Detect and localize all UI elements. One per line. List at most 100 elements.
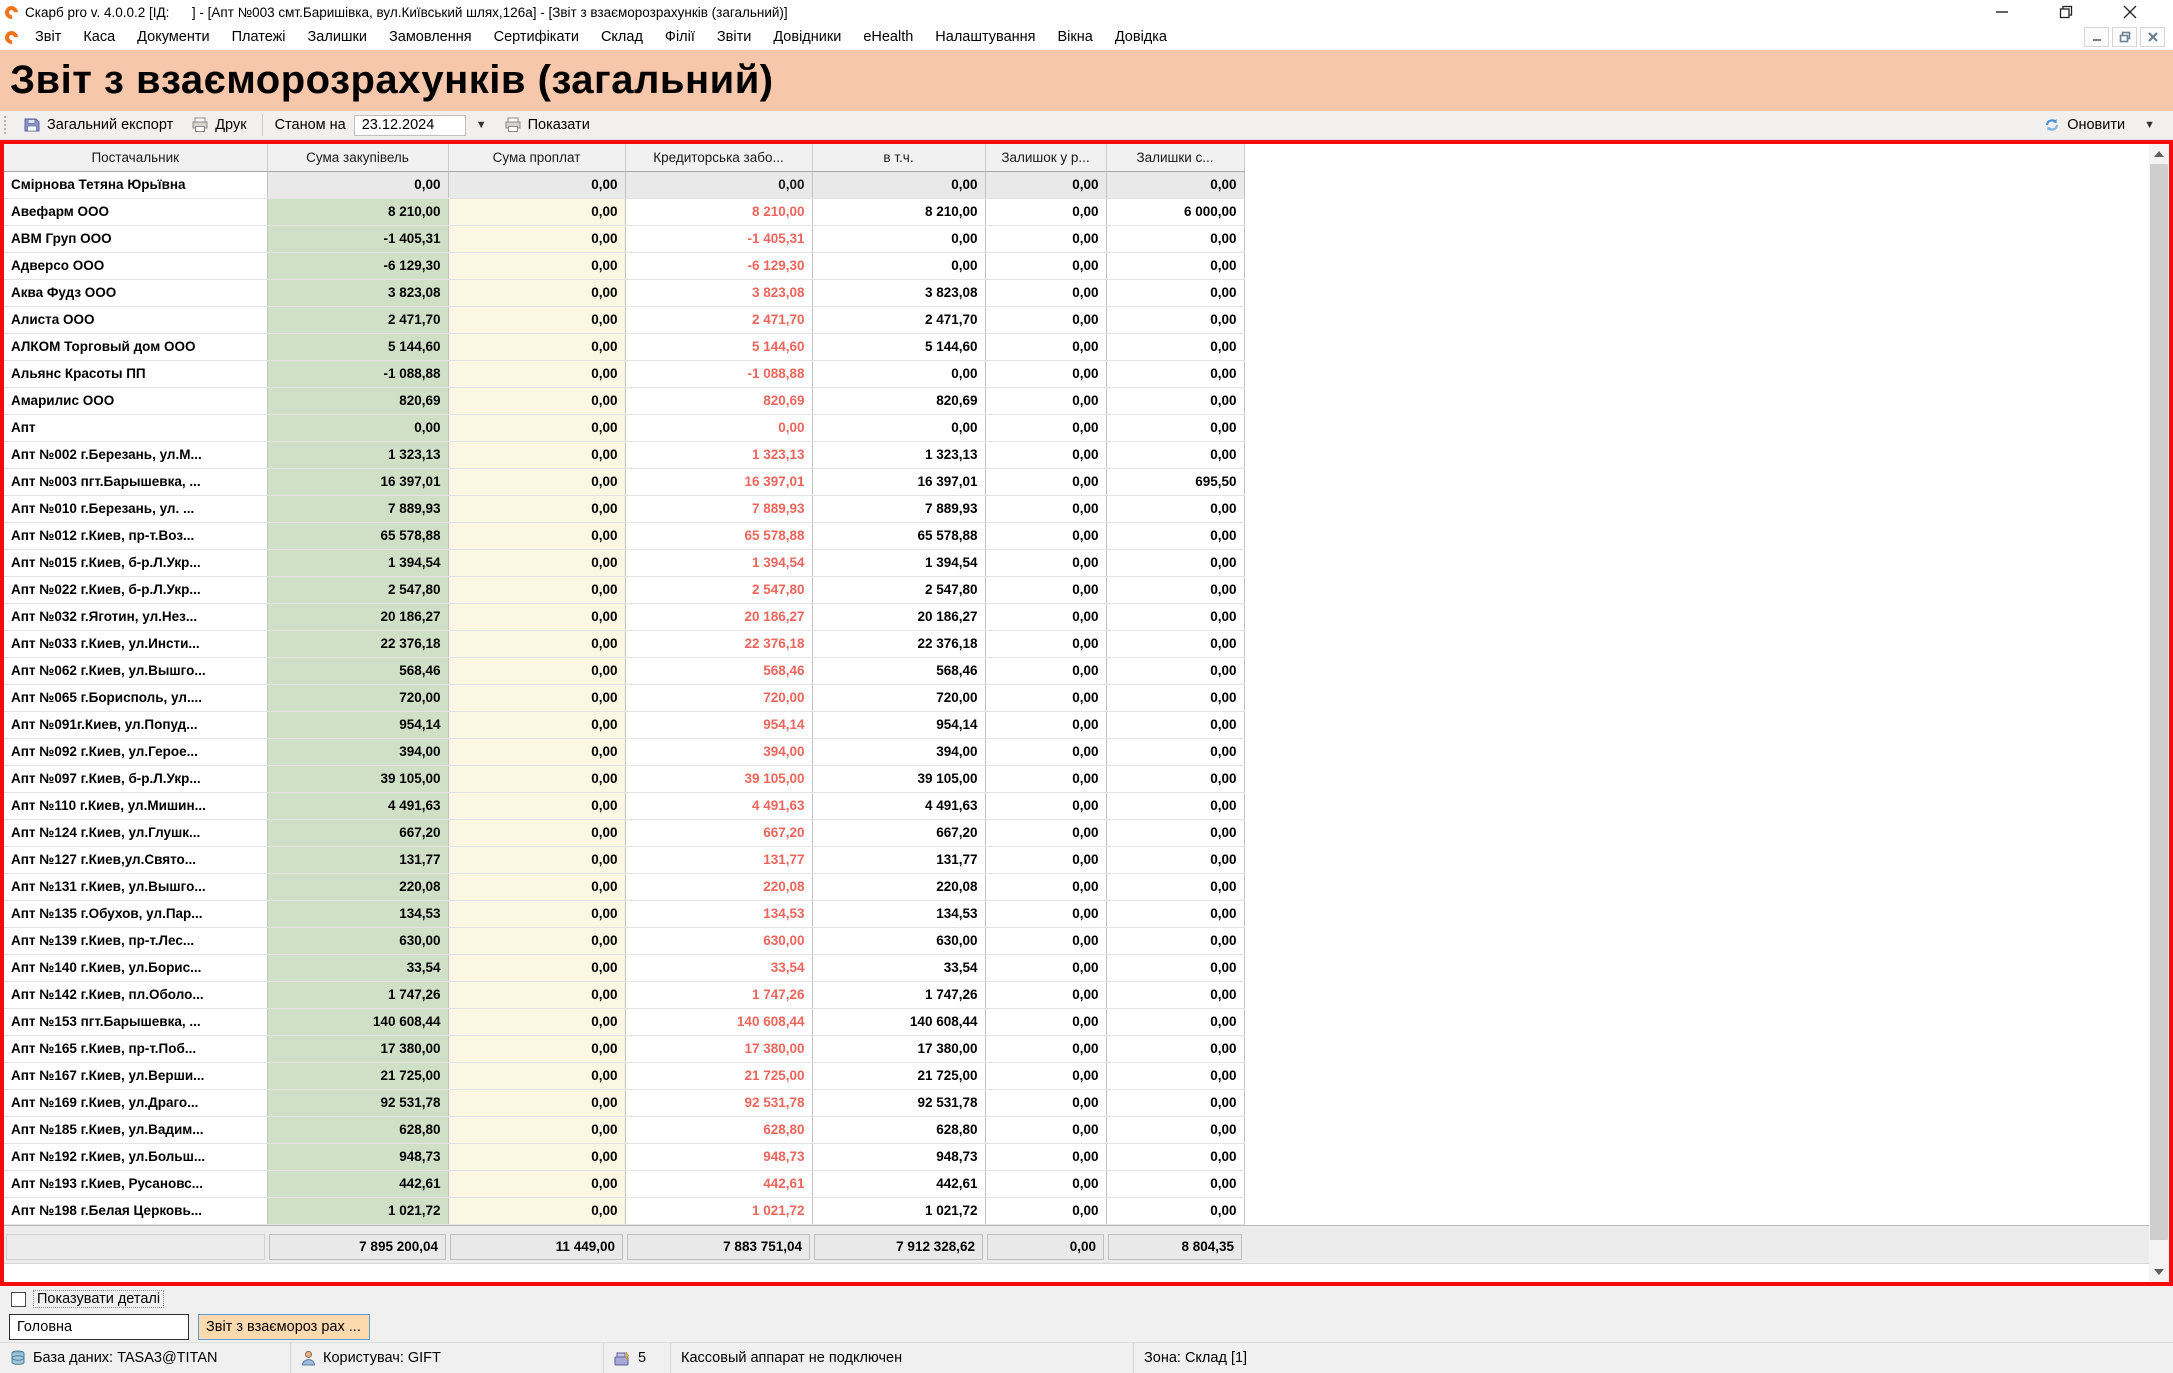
cell-creditor-debt[interactable]: 568,46: [625, 657, 812, 684]
cell-payments[interactable]: 0,00: [448, 684, 625, 711]
cell-purchases[interactable]: 394,00: [267, 738, 448, 765]
cell-including[interactable]: 2 471,70: [812, 306, 985, 333]
menu-item[interactable]: eHealth: [852, 27, 924, 47]
cell-supplier[interactable]: Апт №165 г.Киев, пр-т.Поб...: [4, 1035, 267, 1062]
cell-remainder-r[interactable]: 0,00: [985, 171, 1106, 198]
cell-creditor-debt[interactable]: 21 725,00: [625, 1062, 812, 1089]
column-header[interactable]: Постачальник: [4, 144, 267, 171]
cell-creditor-debt[interactable]: 33,54: [625, 954, 812, 981]
cell-creditor-debt[interactable]: 667,20: [625, 819, 812, 846]
cell-purchases[interactable]: -1 088,88: [267, 360, 448, 387]
cell-including[interactable]: 820,69: [812, 387, 985, 414]
table-row[interactable]: Алиста ООО 2 471,70 0,00 2 471,70 2 471,…: [4, 306, 1244, 333]
cell-purchases[interactable]: 134,53: [267, 900, 448, 927]
cell-remainder-r[interactable]: 0,00: [985, 1008, 1106, 1035]
cell-purchases[interactable]: 3 823,08: [267, 279, 448, 306]
cell-supplier[interactable]: Алиста ООО: [4, 306, 267, 333]
menu-item[interactable]: Довідники: [762, 27, 852, 47]
cell-creditor-debt[interactable]: 820,69: [625, 387, 812, 414]
cell-remainder-s[interactable]: 0,00: [1106, 873, 1244, 900]
cell-remainder-r[interactable]: 0,00: [985, 1143, 1106, 1170]
cell-creditor-debt[interactable]: 630,00: [625, 927, 812, 954]
cell-purchases[interactable]: 2 471,70: [267, 306, 448, 333]
cell-payments[interactable]: 0,00: [448, 603, 625, 630]
cell-remainder-r[interactable]: 0,00: [985, 414, 1106, 441]
cell-remainder-s[interactable]: 0,00: [1106, 441, 1244, 468]
cell-payments[interactable]: 0,00: [448, 1062, 625, 1089]
cell-including[interactable]: 0,00: [812, 360, 985, 387]
cell-remainder-r[interactable]: 0,00: [985, 468, 1106, 495]
mdi-minimize-icon[interactable]: [2084, 27, 2109, 47]
table-row[interactable]: Апт №015 г.Киев, б-р.Л.Укр... 1 394,54 0…: [4, 549, 1244, 576]
refresh-caret-icon[interactable]: ▼: [2138, 119, 2161, 131]
cell-payments[interactable]: 0,00: [448, 900, 625, 927]
menu-item[interactable]: Склад: [590, 27, 654, 47]
cell-purchases[interactable]: -1 405,31: [267, 225, 448, 252]
cell-purchases[interactable]: 667,20: [267, 819, 448, 846]
cell-remainder-s[interactable]: 695,50: [1106, 468, 1244, 495]
cell-including[interactable]: 7 889,93: [812, 495, 985, 522]
cell-including[interactable]: 65 578,88: [812, 522, 985, 549]
cell-including[interactable]: 4 491,63: [812, 792, 985, 819]
cell-supplier[interactable]: Адверсо ООО: [4, 252, 267, 279]
column-header[interactable]: Залишки с...: [1106, 144, 1244, 171]
cell-remainder-r[interactable]: 0,00: [985, 495, 1106, 522]
cell-remainder-r[interactable]: 0,00: [985, 279, 1106, 306]
cell-remainder-s[interactable]: 0,00: [1106, 1062, 1244, 1089]
cell-remainder-r[interactable]: 0,00: [985, 900, 1106, 927]
cell-including[interactable]: 948,73: [812, 1143, 985, 1170]
cell-supplier[interactable]: Апт №169 г.Киев, ул.Драго...: [4, 1089, 267, 1116]
cell-remainder-r[interactable]: 0,00: [985, 1197, 1106, 1224]
cell-remainder-s[interactable]: 0,00: [1106, 1143, 1244, 1170]
menu-item[interactable]: Документи: [126, 27, 220, 47]
column-header[interactable]: Сума закупівель: [267, 144, 448, 171]
cell-including[interactable]: 22 376,18: [812, 630, 985, 657]
cell-creditor-debt[interactable]: -1 088,88: [625, 360, 812, 387]
minimize-icon[interactable]: [1993, 4, 2011, 20]
cell-purchases[interactable]: 17 380,00: [267, 1035, 448, 1062]
cell-remainder-r[interactable]: 0,00: [985, 1035, 1106, 1062]
cell-supplier[interactable]: Апт №140 г.Киев, ул.Борис...: [4, 954, 267, 981]
cell-remainder-s[interactable]: 0,00: [1106, 360, 1244, 387]
cell-supplier[interactable]: Апт №192 г.Киев, ул.Больш...: [4, 1143, 267, 1170]
cell-supplier[interactable]: Апт №142 г.Киев, пл.Оболо...: [4, 981, 267, 1008]
table-row[interactable]: Апт №003 пгт.Барышевка, ... 16 397,01 0,…: [4, 468, 1244, 495]
table-row[interactable]: Апт №140 г.Киев, ул.Борис... 33,54 0,00 …: [4, 954, 1244, 981]
cell-supplier[interactable]: Апт №127 г.Киев,ул.Свято...: [4, 846, 267, 873]
cell-creditor-debt[interactable]: 0,00: [625, 171, 812, 198]
table-row[interactable]: Адверсо ООО -6 129,30 0,00 -6 129,30 0,0…: [4, 252, 1244, 279]
cell-including[interactable]: 720,00: [812, 684, 985, 711]
cell-payments[interactable]: 0,00: [448, 738, 625, 765]
cell-supplier[interactable]: Апт №110 г.Киев, ул.Мишин...: [4, 792, 267, 819]
cell-payments[interactable]: 0,00: [448, 306, 625, 333]
cell-purchases[interactable]: 954,14: [267, 711, 448, 738]
cell-remainder-r[interactable]: 0,00: [985, 549, 1106, 576]
cell-remainder-s[interactable]: 0,00: [1106, 333, 1244, 360]
cell-payments[interactable]: 0,00: [448, 252, 625, 279]
cell-remainder-s[interactable]: 0,00: [1106, 414, 1244, 441]
menu-item[interactable]: Звіт: [24, 27, 72, 47]
cell-purchases[interactable]: 33,54: [267, 954, 448, 981]
cell-supplier[interactable]: Амарилис ООО: [4, 387, 267, 414]
cell-including[interactable]: 1 747,26: [812, 981, 985, 1008]
cell-payments[interactable]: 0,00: [448, 522, 625, 549]
cell-including[interactable]: 16 397,01: [812, 468, 985, 495]
cell-creditor-debt[interactable]: 2 547,80: [625, 576, 812, 603]
show-details-checkbox[interactable]: [11, 1292, 26, 1307]
cell-payments[interactable]: 0,00: [448, 1089, 625, 1116]
menu-item[interactable]: Сертифікати: [483, 27, 590, 47]
cell-payments[interactable]: 0,00: [448, 576, 625, 603]
cell-supplier[interactable]: Апт №139 г.Киев, пр-т.Лес...: [4, 927, 267, 954]
cell-payments[interactable]: 0,00: [448, 387, 625, 414]
cell-supplier[interactable]: Апт №198 г.Белая Церковь...: [4, 1197, 267, 1224]
cell-payments[interactable]: 0,00: [448, 360, 625, 387]
cell-including[interactable]: 134,53: [812, 900, 985, 927]
cell-remainder-r[interactable]: 0,00: [985, 333, 1106, 360]
table-row[interactable]: Апт №198 г.Белая Церковь... 1 021,72 0,0…: [4, 1197, 1244, 1224]
cell-supplier[interactable]: Апт №091г.Киев, ул.Попуд...: [4, 711, 267, 738]
cell-purchases[interactable]: 2 547,80: [267, 576, 448, 603]
table-row[interactable]: Апт №033 г.Киев, ул.Инсти... 22 376,18 0…: [4, 630, 1244, 657]
cell-supplier[interactable]: Апт №033 г.Киев, ул.Инсти...: [4, 630, 267, 657]
table-row[interactable]: Апт №110 г.Киев, ул.Мишин... 4 491,63 0,…: [4, 792, 1244, 819]
cell-including[interactable]: 131,77: [812, 846, 985, 873]
